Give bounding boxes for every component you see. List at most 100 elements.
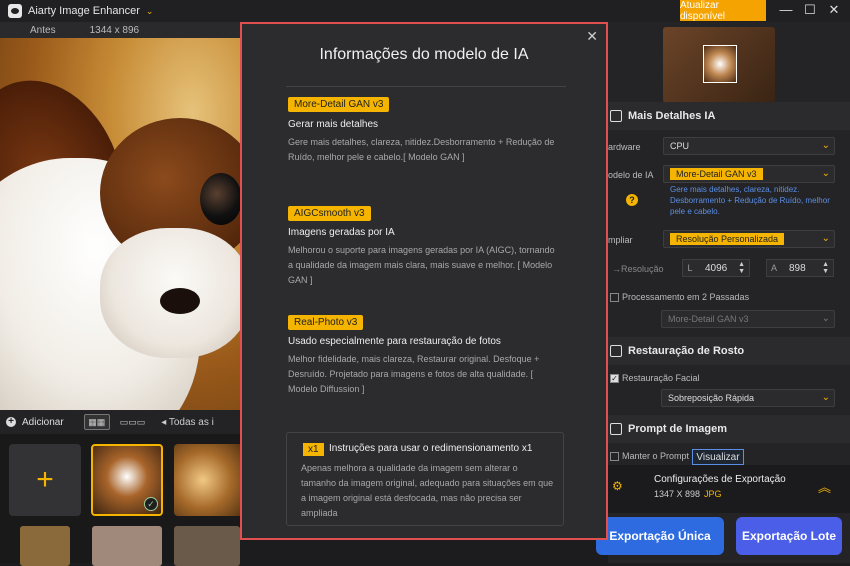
stepper-icon[interactable]: ▲ ▼ <box>822 261 829 275</box>
height-input[interactable]: A 898 ▲ ▼ <box>766 259 834 277</box>
hardware-value: CPU <box>670 141 690 151</box>
chevron-down-icon: ⌄ <box>821 140 830 151</box>
dog-nose <box>160 288 200 314</box>
viewer-info-bar: Antes 1344 x 896 <box>0 22 240 38</box>
title-bar: Aiarty Image Enhancer ⌄ Atualizar dispon… <box>0 0 850 22</box>
prompt-icon <box>610 423 622 435</box>
face-restoration-checkbox[interactable]: ✓ <box>610 374 619 383</box>
hardware-select[interactable]: CPU ⌄ <box>663 137 835 155</box>
dog-eye <box>200 173 240 225</box>
resolution-text: Resolução <box>621 264 664 274</box>
model-description: Melhorou o suporte para imagens geradas … <box>288 245 555 285</box>
two-pass-model-value: More-Detail GAN v3 <box>668 314 749 324</box>
model-select[interactable]: More-Detail GAN v3 ⌄ <box>663 165 835 183</box>
settings-panel: Mais Detalhes IA ardware CPU ⌄ odelo de … <box>596 22 850 563</box>
filter-all-button[interactable]: ◂ Todas as i <box>161 417 214 428</box>
model-badge: More-Detail GAN v3 <box>288 97 390 112</box>
export-settings[interactable]: ⚙ Configurações de Exportação 1347 X 898… <box>608 465 850 513</box>
export-format: JPG <box>704 489 722 499</box>
model-description: Gere mais detalhes, clareza, nitidez.Des… <box>288 137 555 162</box>
thumbnail-selected[interactable]: ✓ <box>91 444 163 516</box>
width-prefix: L <box>687 263 693 273</box>
filter-all-label: Todas as i <box>168 416 214 428</box>
thumbnail[interactable] <box>174 526 240 566</box>
height-value: 898 <box>789 262 806 274</box>
export-settings-title: Configurações de Exportação <box>654 474 786 485</box>
navigator-preview[interactable] <box>663 27 775 103</box>
export-batch-button[interactable]: Exportação Lote <box>736 517 842 555</box>
width-input[interactable]: L 4096 ▲ ▼ <box>682 259 750 277</box>
height-prefix: A <box>770 263 777 273</box>
model-heading: Imagens geradas por IA <box>288 227 395 238</box>
model-badge: Real-Photo v3 <box>288 315 364 330</box>
list-view-icon[interactable]: ▭▭▭ <box>120 417 146 428</box>
gallery-toolbar: + Adicionar ▦▦ ▭▭▭ ◂ Todas as i <box>0 410 240 434</box>
width-value: 4096 <box>705 262 728 274</box>
model-label: odelo de IA <box>608 170 654 180</box>
model-description: Gere mais detalhes, clareza, nitidez. De… <box>670 185 830 216</box>
ai-model-info-dialog: ✕ Informações do modelo de IA More-Detai… <box>240 22 608 540</box>
image-preview[interactable] <box>0 38 240 410</box>
add-button[interactable]: Adicionar <box>22 417 64 428</box>
chevron-down-icon: ⌄ <box>821 233 830 244</box>
sparkle-icon <box>610 110 622 122</box>
x1-badge: x1 <box>303 443 324 456</box>
thumbnail[interactable] <box>174 444 246 516</box>
section-face-header[interactable]: Restauração de Rosto <box>608 337 850 365</box>
chevron-down-icon: ⌄ <box>821 313 830 324</box>
chevron-down-icon: ⌄ <box>821 168 830 179</box>
face-icon <box>610 345 622 357</box>
export-single-button[interactable]: Exportação Única <box>596 517 724 555</box>
section-prompt-header[interactable]: Prompt de Imagem <box>608 415 850 443</box>
thumbnail-strip: + ✓ <box>0 434 246 566</box>
section-face-title: Restauração de Rosto <box>628 345 745 357</box>
chevron-up-icon[interactable]: ︽ <box>818 477 831 496</box>
add-icon[interactable]: + <box>6 417 16 427</box>
before-label: Antes <box>30 24 56 36</box>
scale-select[interactable]: Resolução Personalizada ⌄ <box>663 230 835 248</box>
hardware-label: ardware <box>608 142 641 152</box>
divider <box>286 86 566 87</box>
two-pass-checkbox[interactable] <box>610 293 619 302</box>
close-icon[interactable]: ✕ <box>586 28 598 45</box>
update-available-button[interactable]: Atualizar disponível <box>680 0 766 22</box>
export-dimensions: 1347 X 898 <box>654 489 701 499</box>
scale-label: mpliar <box>608 235 633 245</box>
two-pass-model-select[interactable]: More-Detail GAN v3 ⌄ <box>661 310 835 328</box>
thumbnail[interactable] <box>92 526 162 566</box>
arrow-icon: → <box>612 264 621 274</box>
scale-value: Resolução Personalizada <box>670 233 785 245</box>
check-icon: ✓ <box>144 497 158 511</box>
thumbnail[interactable] <box>20 526 70 566</box>
help-icon[interactable]: ? <box>626 194 638 206</box>
model-description: Melhor fidelidade, mais clareza, Restaur… <box>288 354 540 394</box>
add-image-button[interactable]: + <box>9 444 81 516</box>
x1-heading: Instruções para usar o redimensionamento… <box>329 443 533 454</box>
section-prompt-title: Prompt de Imagem <box>628 423 728 435</box>
app-title: Aiarty Image Enhancer <box>28 5 140 17</box>
maximize-button[interactable]: ☐ <box>800 2 820 18</box>
section-ai-header[interactable]: Mais Detalhes IA <box>608 102 850 130</box>
close-window-button[interactable]: ✕ <box>824 2 844 18</box>
grid-view-icon[interactable]: ▦▦ <box>83 414 110 430</box>
navigator-viewport[interactable] <box>703 45 737 83</box>
keep-prompt-label: Manter o Prompt <box>622 451 690 461</box>
visualize-button[interactable]: Visualizar <box>692 449 744 465</box>
keep-prompt-checkbox[interactable] <box>610 452 619 461</box>
face-restoration-label: Restauração Facial <box>622 373 700 383</box>
minimize-button[interactable]: — <box>776 2 796 18</box>
x1-info-box: x1 Instruções para usar o redimensioname… <box>286 432 564 526</box>
model-value: More-Detail GAN v3 <box>670 168 763 180</box>
chevron-down-icon: ⌄ <box>821 392 830 403</box>
model-badge: AIGCsmooth v3 <box>288 206 371 221</box>
export-settings-icon: ⚙ <box>612 479 623 493</box>
stepper-icon[interactable]: ▲ ▼ <box>738 261 745 275</box>
face-mode-value: Sobreposição Rápida <box>668 393 755 403</box>
resolution-label: →Resolução <box>612 264 664 274</box>
chevron-down-icon[interactable]: ⌄ <box>146 6 154 17</box>
image-dimensions: 1344 x 896 <box>89 24 140 36</box>
two-pass-label: Processamento em 2 Passadas <box>622 292 750 302</box>
face-mode-select[interactable]: Sobreposição Rápida ⌄ <box>661 389 835 407</box>
model-heading: Gerar mais detalhes <box>288 119 379 130</box>
x1-description: Apenas melhora a qualidade da imagem sem… <box>301 463 554 518</box>
